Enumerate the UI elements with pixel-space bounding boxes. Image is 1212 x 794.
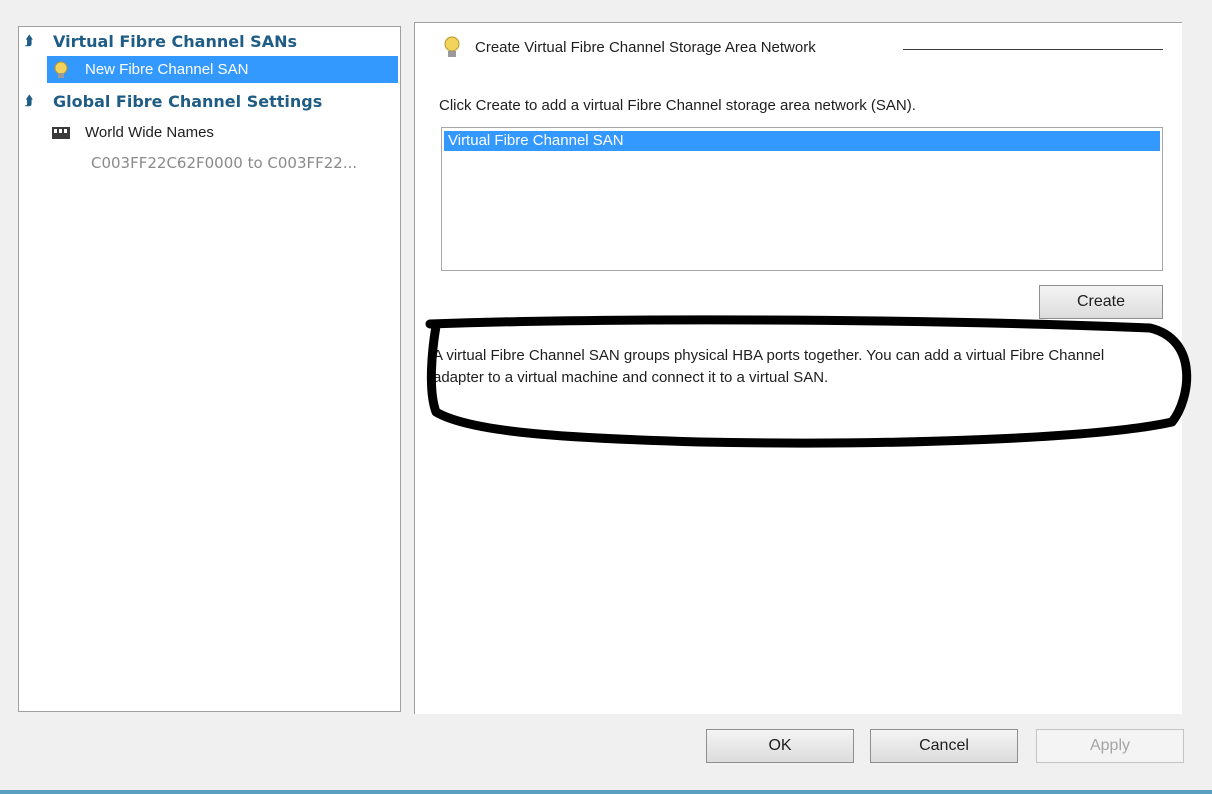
- tree-item-world-wide-names[interactable]: World Wide Names: [47, 119, 398, 146]
- pane-splitter[interactable]: [404, 22, 412, 714]
- section-header-global-fibre-channel-settings[interactable]: ⮭ Global Fibre Channel Settings: [19, 91, 400, 113]
- san-listbox[interactable]: Virtual Fibre Channel SAN: [441, 127, 1163, 271]
- tree-item-label: World Wide Names: [85, 124, 214, 141]
- section-header-virtual-fibre-channel-sans[interactable]: ⮭ Virtual Fibre Channel SANs: [19, 31, 400, 53]
- new-san-icon: [54, 61, 68, 78]
- san-icon: [444, 36, 460, 57]
- tree-item-label: New Fibre Channel SAN: [85, 61, 249, 78]
- instruction-text: Click Create to add a virtual Fibre Chan…: [439, 97, 916, 114]
- group-divider: [903, 49, 1163, 50]
- group-title: Create Virtual Fibre Channel Storage Are…: [475, 39, 816, 56]
- section-title: Global Fibre Channel Settings: [53, 92, 323, 111]
- tree-item-new-fibre-channel-san[interactable]: New Fibre Channel SAN: [47, 56, 398, 83]
- world-wide-names-range: C003FF22C62F0000 to C003FF22...: [91, 154, 358, 172]
- settings-window: ⮭ Virtual Fibre Channel SANs New Fibre C…: [0, 0, 1212, 794]
- description-text: A virtual Fibre Channel SAN groups physi…: [433, 347, 1105, 386]
- details-pane: Create Virtual Fibre Channel Storage Are…: [414, 22, 1182, 714]
- dialog-button-bar: OK Cancel Apply: [0, 714, 1212, 794]
- cancel-button[interactable]: Cancel: [870, 729, 1018, 763]
- list-item[interactable]: Virtual Fibre Channel SAN: [444, 131, 1160, 151]
- ok-button[interactable]: OK: [706, 729, 854, 763]
- create-button[interactable]: Create: [1039, 285, 1163, 319]
- section-title: Virtual Fibre Channel SANs: [53, 32, 297, 51]
- window-bottom-border: [0, 790, 1212, 794]
- navigation-tree[interactable]: ⮭ Virtual Fibre Channel SANs New Fibre C…: [18, 26, 401, 712]
- apply-button[interactable]: Apply: [1036, 729, 1184, 763]
- collapse-chevron-icon[interactable]: ⮭: [25, 31, 33, 53]
- collapse-chevron-icon[interactable]: ⮭: [25, 91, 33, 113]
- world-wide-names-icon: [52, 127, 70, 139]
